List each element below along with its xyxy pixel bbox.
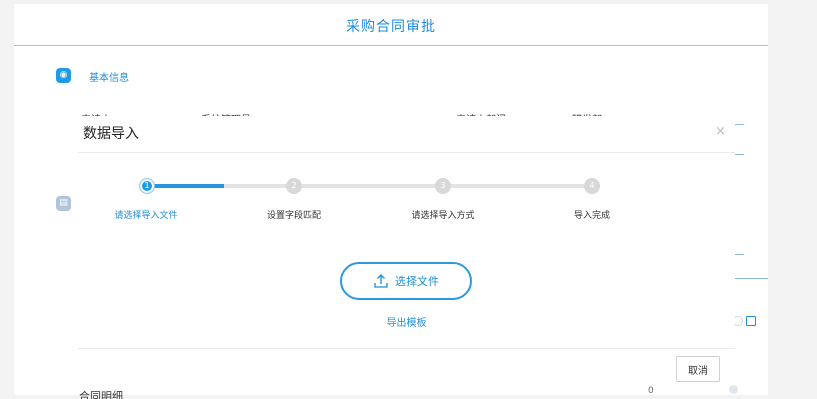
section-icon: ▤ xyxy=(56,196,71,211)
field-underline xyxy=(734,154,744,155)
upload-icon xyxy=(374,274,388,288)
field-underline xyxy=(734,278,768,279)
select-file-label: 选择文件 xyxy=(395,275,439,288)
step-3-label: 请选择导入方式 xyxy=(411,211,475,221)
edit-icon[interactable] xyxy=(746,316,756,326)
dialog-header-divider xyxy=(78,152,735,153)
title-underline xyxy=(14,45,768,46)
import-dialog: 数据导入 × 1 2 3 4 请选择导入文件 设置字段匹配 请选择导入方式 导入… xyxy=(78,116,735,382)
step-track xyxy=(224,184,594,188)
field-underline xyxy=(734,124,744,125)
step-4-label: 导入完成 xyxy=(573,211,610,221)
field-underline xyxy=(734,254,744,255)
info-icon: ◉ xyxy=(56,68,71,83)
step-1-indicator: 1 xyxy=(139,178,155,194)
section-title-basic-info: 基本信息 xyxy=(89,73,129,84)
delete-icon[interactable] xyxy=(729,385,738,394)
close-icon[interactable]: × xyxy=(715,124,726,139)
detail-section-title: 合同明细 xyxy=(79,390,123,399)
dialog-footer-divider xyxy=(78,348,735,349)
step-3-indicator: 3 xyxy=(435,178,451,194)
step-2-label: 设置字段匹配 xyxy=(266,211,321,221)
page-title: 采购合同审批 xyxy=(346,19,436,35)
cancel-button[interactable]: 取消 xyxy=(676,356,720,382)
step-1-label: 请选择导入文件 xyxy=(114,211,178,221)
step-4-indicator: 4 xyxy=(584,178,600,194)
select-file-button[interactable]: 选择文件 xyxy=(340,262,472,300)
dialog-title: 数据导入 xyxy=(83,126,139,142)
step-track-active xyxy=(154,184,224,188)
export-template-link[interactable]: 导出模板 xyxy=(78,314,735,329)
step-2-indicator: 2 xyxy=(286,178,302,194)
